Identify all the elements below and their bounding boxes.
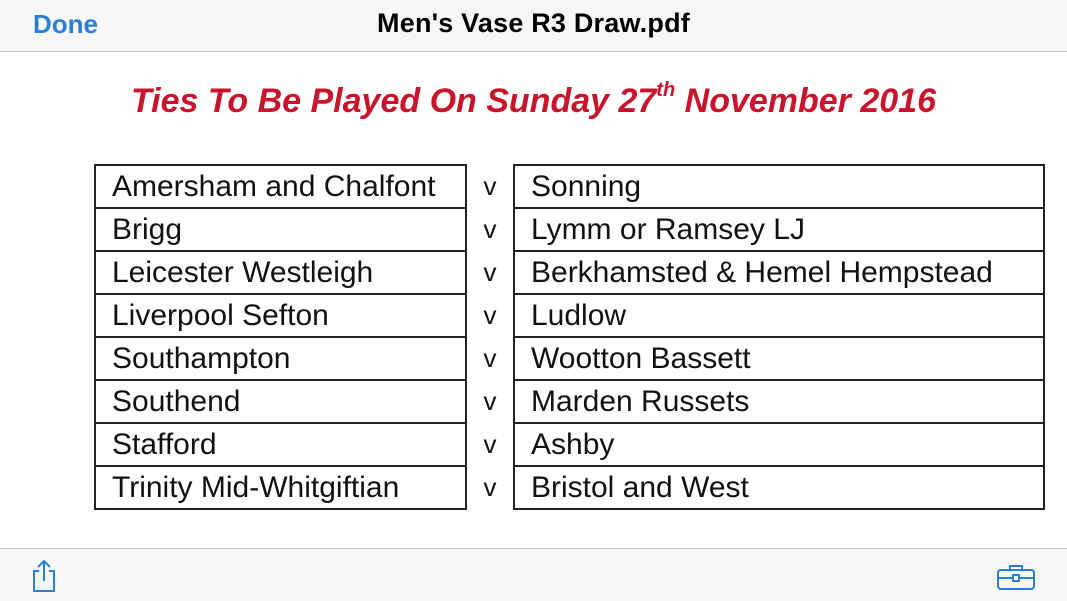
table-row: Brigg v Lymm or Ramsey LJ <box>94 207 1045 252</box>
share-icon <box>33 559 55 592</box>
away-team-cell: Ludlow <box>513 293 1045 338</box>
away-team-cell: Marden Russets <box>513 379 1045 424</box>
document-title: Men's Vase R3 Draw.pdf <box>377 8 690 38</box>
away-team-cell: Ashby <box>513 422 1045 467</box>
heading-superscript: th <box>656 78 676 101</box>
pdf-page: Ties To Be Played On Sunday 27th Novembe… <box>0 52 1067 548</box>
navigation-bar: Done Men's Vase R3 Draw.pdf <box>0 0 1067 52</box>
fixtures-table: Amersham and Chalfont v Sonning Brigg v … <box>94 164 1045 510</box>
table-row: Amersham and Chalfont v Sonning <box>94 164 1045 209</box>
heading-text-after: November 2016 <box>675 82 936 120</box>
home-team-cell: Amersham and Chalfont <box>94 164 467 209</box>
away-team-cell: Sonning <box>513 164 1045 209</box>
home-team-cell: Liverpool Sefton <box>94 293 467 338</box>
heading-text-before: Ties To Be Played On Sunday 27 <box>131 82 657 120</box>
tools-button[interactable] <box>996 563 1036 591</box>
table-row: Liverpool Sefton v Ludlow <box>94 293 1045 338</box>
table-row: Southampton v Wootton Bassett <box>94 336 1045 381</box>
table-row: Southend v Marden Russets <box>94 379 1045 424</box>
versus-cell: v <box>465 423 515 466</box>
versus-cell: v <box>465 208 515 251</box>
versus-cell: v <box>465 466 515 509</box>
home-team-cell: Leicester Westleigh <box>94 250 467 295</box>
away-team-cell: Lymm or Ramsey LJ <box>513 207 1045 252</box>
home-team-cell: Stafford <box>94 422 467 467</box>
versus-cell: v <box>465 294 515 337</box>
page-heading: Ties To Be Played On Sunday 27th Novembe… <box>0 78 1067 121</box>
table-row: Leicester Westleigh v Berkhamsted & Heme… <box>94 250 1045 295</box>
share-button[interactable] <box>30 559 58 593</box>
table-row: Stafford v Ashby <box>94 422 1045 467</box>
away-team-cell: Wootton Bassett <box>513 336 1045 381</box>
versus-cell: v <box>465 251 515 294</box>
home-team-cell: Southend <box>94 379 467 424</box>
toolbox-icon <box>997 565 1035 590</box>
home-team-cell: Trinity Mid-Whitgiftian <box>94 465 467 510</box>
home-team-cell: Southampton <box>94 336 467 381</box>
home-team-cell: Brigg <box>94 207 467 252</box>
bottom-toolbar <box>0 548 1067 601</box>
table-row: Trinity Mid-Whitgiftian v Bristol and We… <box>94 465 1045 510</box>
versus-cell: v <box>465 380 515 423</box>
away-team-cell: Bristol and West <box>513 465 1045 510</box>
away-team-cell: Berkhamsted & Hemel Hempstead <box>513 250 1045 295</box>
versus-cell: v <box>465 337 515 380</box>
versus-cell: v <box>465 165 515 208</box>
